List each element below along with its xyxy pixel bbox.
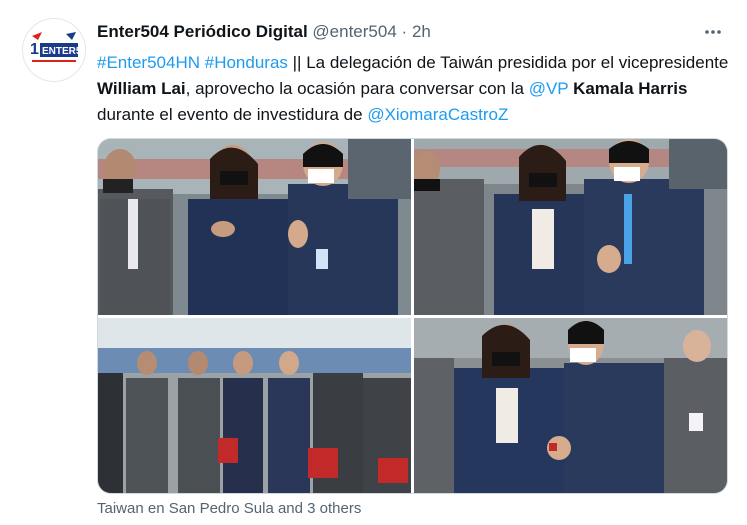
svg-text:1: 1	[30, 41, 39, 58]
media-grid	[97, 138, 728, 494]
hashtag-honduras[interactable]: #Honduras	[205, 53, 288, 72]
tweet-photo-3[interactable]	[98, 318, 411, 493]
more-options-button[interactable]	[699, 18, 727, 46]
enter504-logo: 1 ENTER504	[30, 32, 82, 62]
tweet-photo-2[interactable]	[414, 139, 727, 315]
tweet-photo-1[interactable]	[98, 139, 411, 315]
tweet-text-part: durante el evento de investidura de	[97, 105, 368, 124]
location-tag[interactable]: Taiwan en San Pedro Sula and 3 others	[97, 500, 361, 517]
tweet-card[interactable]: 1 ENTER504 Enter504 Periódico Digital @e…	[0, 0, 747, 525]
hashtag-enter504hn[interactable]: #Enter504HN	[97, 53, 200, 72]
mention-xiomaracastroz[interactable]: @XiomaraCastroZ	[367, 105, 508, 124]
svg-text:ENTER504: ENTER504	[42, 46, 82, 57]
tweet-text-bold-name: Kamala Harris	[573, 79, 688, 98]
tweet-photo-4[interactable]	[414, 318, 727, 493]
photo-image	[98, 139, 411, 315]
separator-dot: ·	[401, 22, 408, 41]
tweet-text: #Enter504HN #Honduras || La delegación d…	[97, 50, 737, 128]
tweet-text-part: || La delegación de Taiwán presidida por…	[287, 53, 729, 72]
user-handle[interactable]: @enter504	[312, 22, 396, 41]
more-horizontal-icon	[705, 30, 721, 34]
display-name[interactable]: Enter504 Periódico Digital	[97, 22, 308, 41]
timestamp[interactable]: 2h	[412, 22, 431, 41]
avatar[interactable]: 1 ENTER504	[22, 18, 86, 82]
tweet-text-part: , aprovecho la ocasión para conversar co…	[185, 79, 529, 98]
tweet-header: Enter504 Periódico Digital @enter504 · 2…	[97, 22, 431, 42]
tweet-text-bold-name: William Lai	[97, 79, 186, 98]
photo-image	[414, 139, 727, 315]
mention-vp[interactable]: @VP	[529, 79, 569, 98]
photo-image	[414, 318, 727, 493]
photo-image	[98, 318, 411, 493]
